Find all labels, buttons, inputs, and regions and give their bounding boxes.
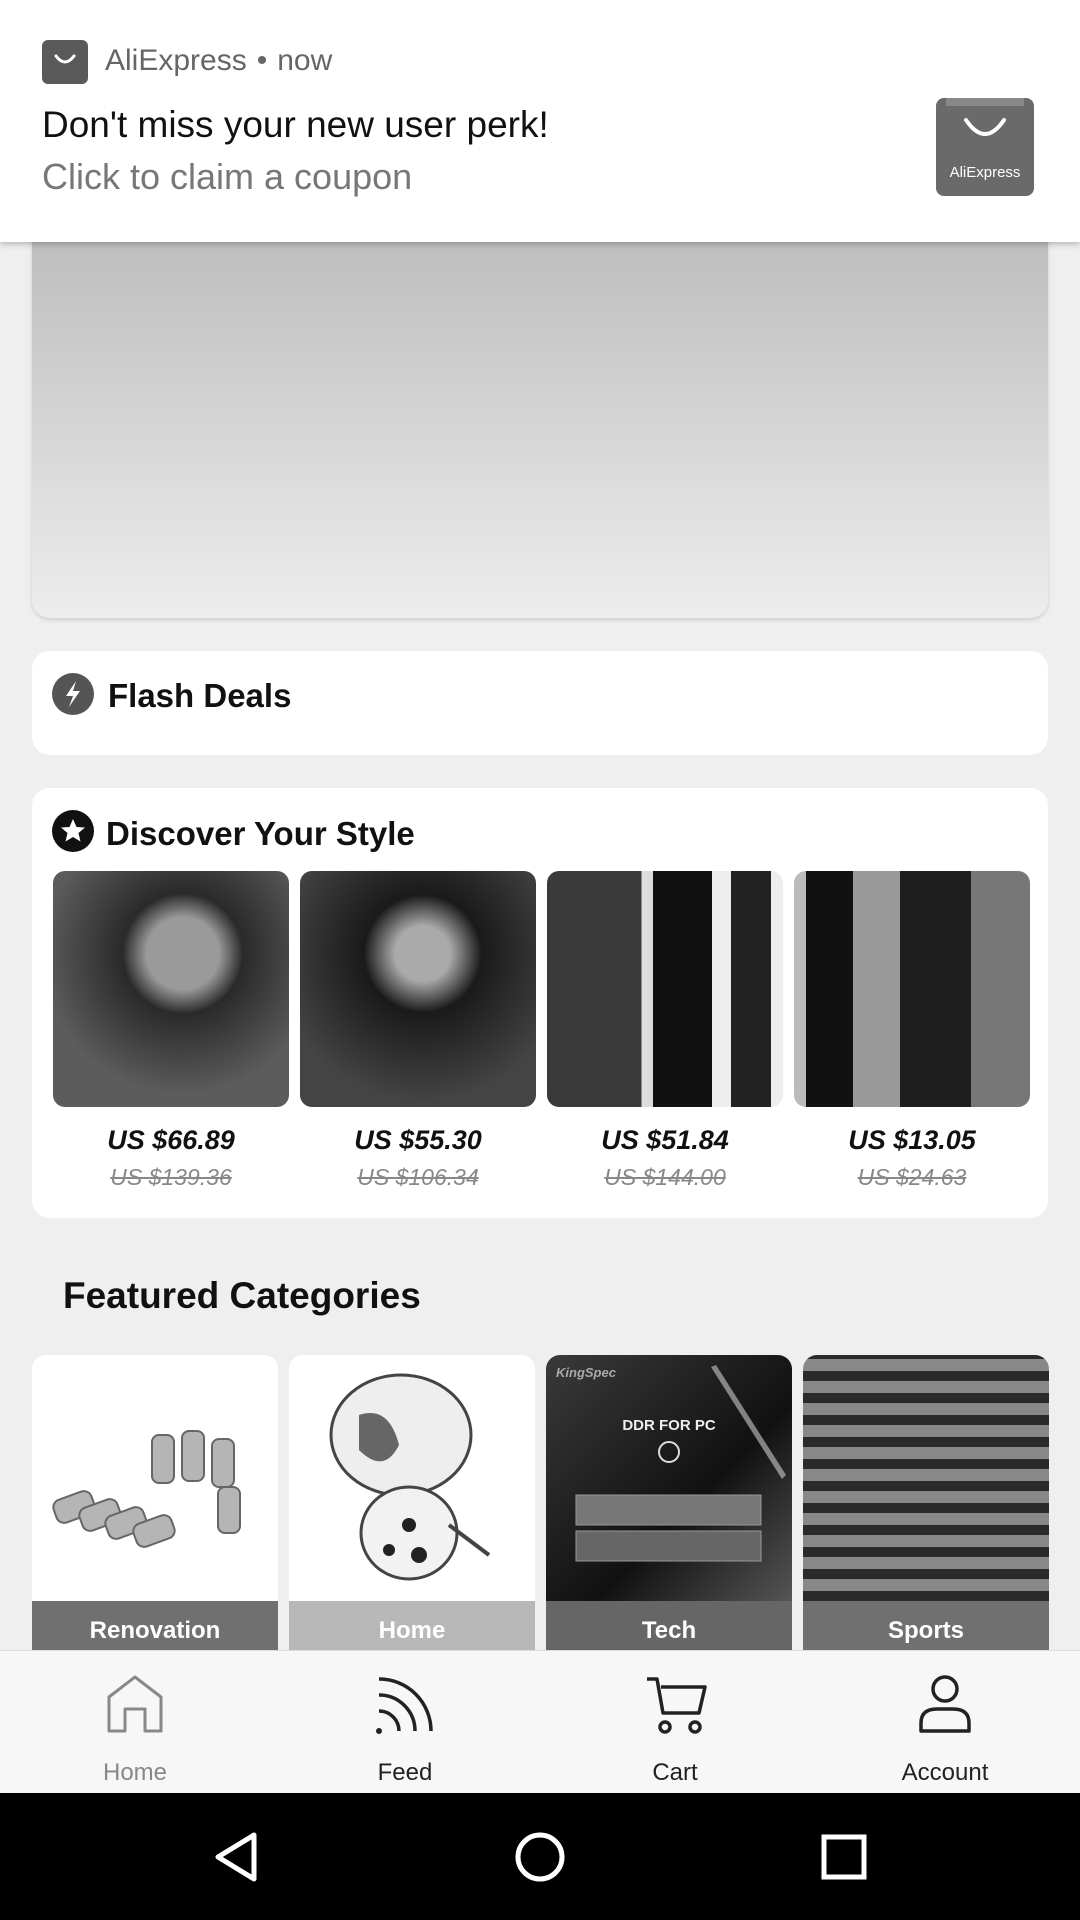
category-image — [803, 1355, 1049, 1601]
discover-style-title: Discover Your Style — [106, 815, 415, 852]
product-card[interactable]: US $51.84 US $144.00 — [547, 871, 783, 1191]
category-label: Sports — [803, 1601, 1049, 1650]
home-icon — [107, 1675, 163, 1733]
product-card[interactable]: US $55.30 US $106.34 — [300, 871, 536, 1191]
category-label: Tech — [546, 1601, 792, 1650]
nav-feed[interactable]: Feed — [270, 1651, 540, 1794]
product-price: US $66.89 — [107, 1125, 235, 1155]
category-image — [32, 1355, 278, 1601]
account-icon — [919, 1675, 971, 1733]
promo-banner[interactable] — [32, 236, 1048, 618]
category-sports[interactable]: Sports — [803, 1355, 1049, 1650]
category-renovation[interactable]: Renovation — [32, 1355, 278, 1650]
product-original-price: US $144.00 — [604, 1164, 726, 1190]
notification-app-name: AliExpress — [105, 44, 247, 77]
home-circle-icon[interactable] — [514, 1831, 566, 1883]
product-original-price: US $106.34 — [357, 1164, 479, 1190]
featured-categories-title: Featured Categories — [63, 1275, 421, 1316]
product-original-price: US $139.36 — [110, 1164, 232, 1190]
nav-home[interactable]: Home — [0, 1651, 270, 1794]
category-label: Home — [289, 1601, 535, 1650]
bottom-navigation: Home Feed Cart Account — [0, 1650, 1080, 1793]
nav-cart-label: Cart — [652, 1759, 698, 1786]
cart-icon — [647, 1677, 707, 1734]
product-original-price: US $24.63 — [857, 1164, 967, 1190]
product-image — [53, 871, 289, 1107]
recents-icon[interactable] — [820, 1833, 868, 1881]
product-price: US $13.05 — [848, 1125, 976, 1155]
product-price: US $55.30 — [354, 1125, 482, 1155]
aliexpress-bag-icon: AliExpress — [936, 98, 1034, 196]
nav-cart[interactable]: Cart — [540, 1651, 810, 1794]
lightning-icon — [52, 673, 94, 715]
discover-style-card: Discover Your Style US $66.89 US $139.36… — [32, 788, 1048, 1218]
feed-icon — [376, 1677, 433, 1734]
aliexpress-app-icon — [42, 40, 88, 84]
back-icon[interactable] — [212, 1831, 260, 1883]
push-notification[interactable]: AliExpress • now Don't miss your new user … — [0, 0, 1080, 242]
notification-time: now — [277, 44, 333, 77]
product-image — [547, 871, 783, 1107]
nav-account-label: Account — [901, 1759, 989, 1786]
notification-title: Don't miss your new user perk! — [42, 104, 549, 145]
nav-account[interactable]: Account — [810, 1651, 1080, 1794]
star-badge-icon — [52, 810, 94, 852]
category-image: KingSpec DDR FOR PC — [546, 1355, 792, 1601]
category-image — [289, 1355, 535, 1601]
notification-text: Click to claim a coupon — [42, 156, 413, 197]
product-card[interactable]: US $66.89 US $139.36 — [53, 871, 289, 1191]
system-navigation-bar — [0, 1793, 1080, 1920]
flash-deals-card[interactable]: Flash Deals — [32, 651, 1048, 755]
nav-home-label: Home — [102, 1759, 168, 1786]
notification-header: AliExpress • now — [105, 44, 333, 77]
category-tech[interactable]: KingSpec DDR FOR PC Tech — [546, 1355, 792, 1650]
flash-deals-title: Flash Deals — [108, 677, 292, 714]
thumb-logo-text: AliExpress — [949, 164, 1021, 181]
nav-feed-label: Feed — [377, 1759, 433, 1786]
product-price: US $51.84 — [601, 1125, 729, 1155]
product-card[interactable]: US $13.05 US $24.63 — [794, 871, 1030, 1191]
category-home[interactable]: Home — [289, 1355, 535, 1650]
product-image — [300, 871, 536, 1107]
category-label: Renovation — [32, 1601, 278, 1650]
product-image — [794, 871, 1030, 1107]
